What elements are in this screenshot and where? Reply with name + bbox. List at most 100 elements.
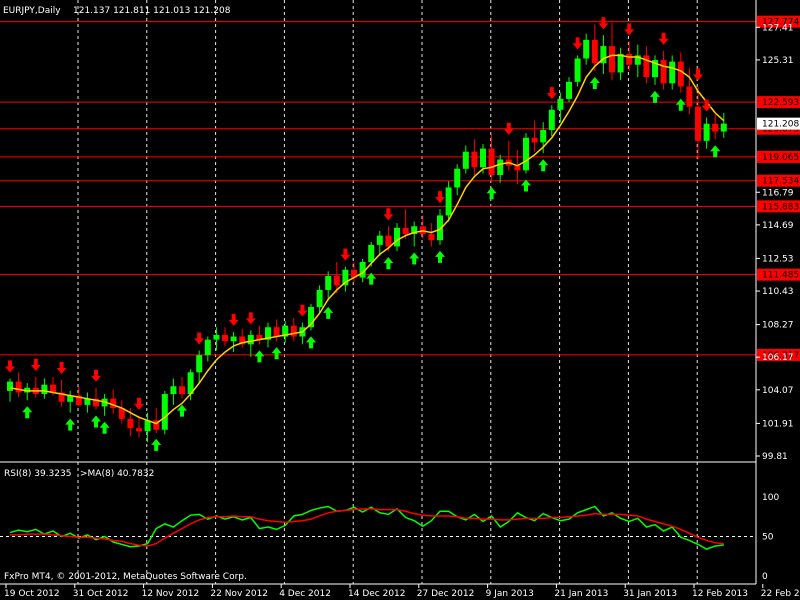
- rsi-tick-label: 50: [762, 533, 774, 543]
- price-tick-label: 106.17: [762, 353, 794, 363]
- bull-candle: [445, 187, 452, 216]
- bull-candle: [394, 227, 400, 247]
- rsi-tick-label: 0: [762, 572, 768, 582]
- time-axis: 19 Oct 2012 31 Oct 2012 12 Nov 2012 22 Nov …: [4, 584, 800, 599]
- price-tick-label: 127.41: [762, 23, 794, 33]
- bear-candle: [488, 148, 495, 176]
- rsi-tick-label: 100: [762, 493, 779, 503]
- time-axis-label: 31 Jan 2013: [623, 589, 677, 599]
- bear-candle: [609, 46, 615, 73]
- sell-arrow-icon: [194, 332, 205, 345]
- grid-lines: [0, 0, 756, 584]
- buy-arrow-icon: [91, 415, 101, 428]
- bull-candle: [566, 81, 572, 99]
- price-level-value: 111.485: [762, 271, 799, 281]
- bear-candle: [686, 86, 693, 107]
- sell-arrow-icon: [546, 87, 557, 100]
- time-axis-label: 4 Dec 2012: [279, 589, 331, 599]
- bear-candle: [591, 39, 598, 64]
- bull-candle: [196, 355, 203, 373]
- time-axis-label: 21 Jan 2013: [554, 589, 608, 599]
- bull-candle: [247, 335, 254, 345]
- bull-candle: [583, 39, 590, 59]
- bull-candle: [462, 151, 469, 169]
- bull-candle: [617, 53, 624, 73]
- price-tick-label: 104.07: [762, 386, 794, 396]
- sell-arrow-icon: [56, 362, 67, 375]
- bear-candle: [660, 60, 667, 84]
- time-axis-label: 22 Feb 2013: [761, 589, 800, 599]
- bull-candle: [540, 129, 547, 143]
- sell-arrow-icon: [701, 99, 712, 112]
- bear-candle: [626, 53, 633, 65]
- price-level-value: 115.883: [762, 202, 799, 212]
- bull-candle: [316, 289, 323, 308]
- horizontal-levels: [0, 21, 756, 356]
- sell-arrow-icon: [245, 312, 256, 325]
- bear-candle: [15, 381, 22, 393]
- bear-candle: [402, 227, 409, 235]
- sell-arrow-icon: [383, 208, 394, 221]
- buy-arrow-icon: [409, 252, 420, 265]
- time-axis-label: 12 Feb 2013: [692, 589, 748, 599]
- sell-arrow-icon: [340, 248, 351, 261]
- buy-arrow-icon: [65, 418, 76, 431]
- price-tick-label: 112.53: [762, 254, 794, 264]
- sell-arrow-icon: [91, 369, 101, 382]
- price-level-value: 117.534: [762, 177, 799, 187]
- bull-candle: [170, 386, 177, 395]
- rsi-panel: [9, 505, 724, 550]
- bull-candle: [480, 148, 486, 168]
- buy-arrow-icon: [675, 98, 686, 111]
- bull-candle: [41, 384, 48, 395]
- price-tick-label: 99.81: [762, 452, 788, 462]
- buy-arrow-icon: [383, 257, 394, 270]
- buy-arrow-icon: [486, 187, 497, 200]
- time-axis-label: 14 Dec 2012: [348, 589, 406, 599]
- sell-arrow-icon: [5, 360, 15, 373]
- buy-arrow-icon: [306, 336, 316, 349]
- sell-arrow-icon: [572, 37, 583, 50]
- current-price-value: 121.208: [762, 120, 799, 130]
- sell-arrow-icon: [503, 122, 514, 135]
- price-tick-label: 101.91: [762, 419, 794, 429]
- bear-candle: [127, 418, 134, 429]
- time-axis-label: 9 Jan 2013: [486, 589, 534, 599]
- bear-candle: [695, 106, 701, 141]
- bull-candle: [7, 381, 13, 391]
- ma-line: [9, 54, 725, 425]
- bull-candle: [454, 168, 461, 188]
- buy-arrow-icon: [22, 406, 33, 419]
- buy-arrow-icon: [99, 421, 110, 434]
- bull-candle: [548, 109, 555, 130]
- bear-candle: [531, 137, 538, 143]
- bear-candle: [333, 275, 340, 286]
- bull-candle: [523, 137, 529, 171]
- buy-arrow-icon: [650, 90, 660, 103]
- buy-arrow-icon: [538, 159, 549, 172]
- price-chart[interactable]: 127.774122.593120.879119.065117.534115.8…: [0, 0, 800, 600]
- bear-candle: [222, 335, 228, 342]
- time-axis-label: 19 Oct 2012: [4, 589, 60, 599]
- copyright-footer: FxPro MT4, © 2001-2012, MetaQuotes Softw…: [4, 572, 247, 582]
- buy-arrow-icon: [435, 250, 445, 263]
- price-tick-label: 125.31: [762, 56, 794, 66]
- bull-candle: [574, 58, 581, 82]
- bull-candle: [376, 235, 383, 245]
- buy-arrow-icon: [521, 179, 531, 192]
- bull-candle: [720, 123, 727, 132]
- price-axis: 127.774122.593120.879119.065117.534115.8…: [756, 15, 800, 582]
- bear-candle: [471, 151, 478, 168]
- time-axis-label: 12 Nov 2012: [142, 589, 200, 599]
- price-level-value: 119.065: [762, 153, 799, 163]
- bear-candle: [179, 386, 185, 395]
- bear-candle: [428, 234, 435, 241]
- sell-arrow-icon: [693, 68, 703, 81]
- rsi-line: [9, 505, 724, 550]
- bull-candle: [204, 339, 211, 356]
- sell-arrow-icon: [435, 191, 445, 204]
- sell-arrow-icon: [228, 313, 239, 326]
- moving-average: [9, 54, 725, 425]
- rsi-label: RSI(8) 39.3235: [4, 469, 71, 479]
- bull-candle: [213, 335, 220, 340]
